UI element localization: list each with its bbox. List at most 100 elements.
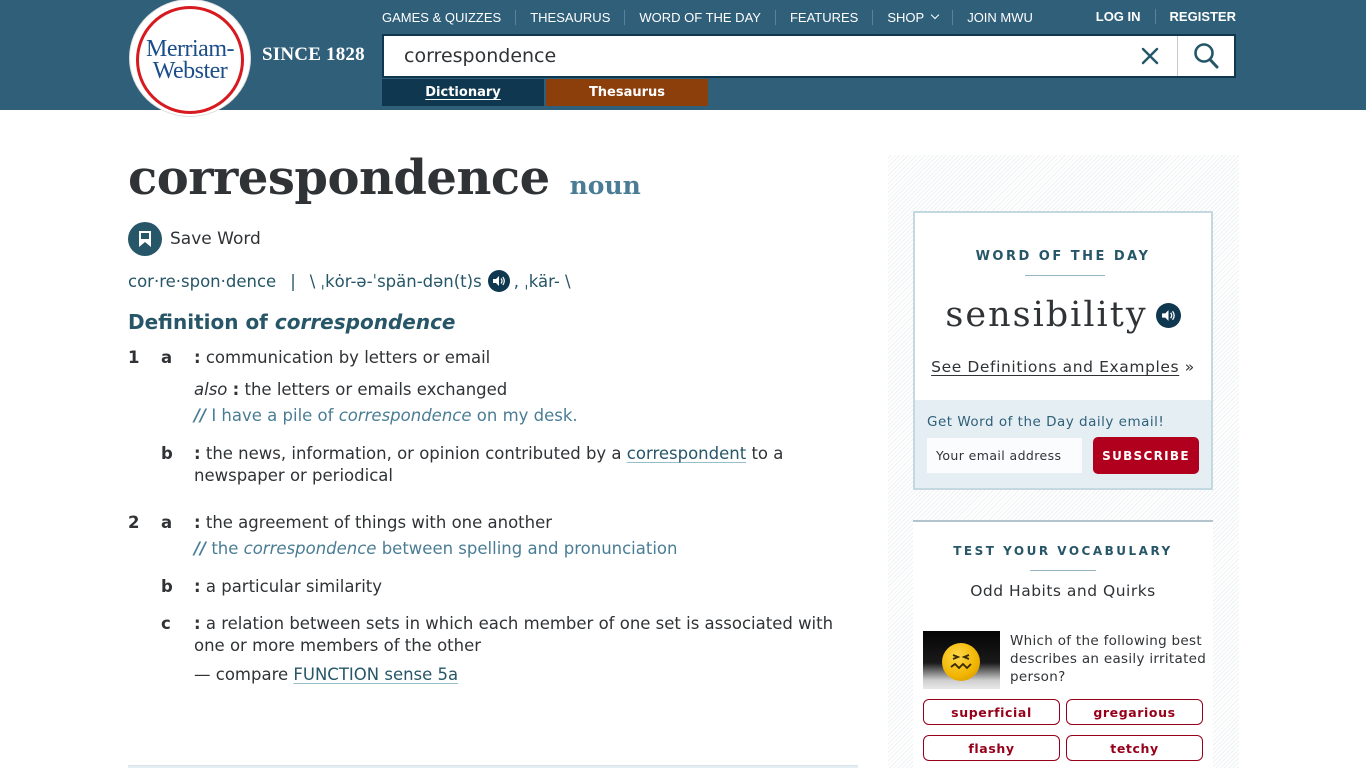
- nav-join-mwu[interactable]: JOIN MWU: [952, 9, 1047, 25]
- speaker-icon[interactable]: [1155, 302, 1181, 328]
- sense-letter: b: [161, 444, 173, 463]
- see-definitions-link[interactable]: See Definitions and Examples: [931, 358, 1179, 376]
- example-text: the: [211, 539, 244, 558]
- quiz-option[interactable]: gregarious: [1066, 699, 1203, 725]
- definition-colon: :: [232, 380, 240, 399]
- word-of-the-day-widget: WORD OF THE DAY sensibility See Definiti…: [913, 211, 1213, 490]
- pronunciation-row: cor·re·spon·dence | \ ˌkȯr-ə-ˈspän-dən(t…: [128, 270, 571, 292]
- quiz-option[interactable]: tetchy: [1066, 735, 1203, 761]
- sense-letter: a: [161, 348, 173, 367]
- tab-thesaurus[interactable]: Thesaurus: [546, 79, 708, 106]
- compare-note: — compare FUNCTION sense 5a: [194, 664, 859, 686]
- definition-text: : a particular similarity: [194, 576, 859, 598]
- save-word-button[interactable]: Save Word: [128, 222, 261, 256]
- logo-ring: Merriam- Webster: [136, 6, 244, 114]
- definition-colon: :: [194, 348, 201, 367]
- save-word-label: Save Word: [170, 229, 261, 249]
- sense-number: 2: [128, 513, 140, 532]
- definition-heading-word: correspondence: [274, 310, 456, 334]
- sense-letter: b: [161, 577, 173, 596]
- quiz-name[interactable]: Odd Habits and Quirks: [913, 582, 1213, 600]
- sense-letter: c: [161, 614, 171, 633]
- callout-notch: [939, 392, 963, 400]
- entry-header: correspondence noun: [128, 150, 641, 206]
- example-marker: //: [194, 406, 207, 425]
- definition-body: the agreement of things with one another: [205, 513, 553, 532]
- login-link[interactable]: LOG IN: [1082, 9, 1155, 24]
- part-of-speech[interactable]: noun: [570, 171, 641, 200]
- example-headword: correspondence: [243, 539, 377, 558]
- email-signup-label: Get Word of the Day daily email!: [927, 414, 1165, 430]
- merriam-webster-logo[interactable]: Merriam- Webster: [130, 0, 250, 116]
- sense-number: 1: [128, 348, 140, 367]
- wotd-link-row: See Definitions and Examples »: [915, 358, 1211, 376]
- definition-colon: :: [194, 577, 201, 596]
- since-tagline: SINCE 1828: [262, 44, 365, 65]
- definition-body: communication by letters or email: [205, 348, 491, 367]
- headword: correspondence: [128, 150, 550, 206]
- example-text: on my desk.: [471, 406, 578, 425]
- speaker-icon[interactable]: [487, 270, 510, 292]
- cross-reference-link[interactable]: correspondent: [627, 444, 746, 463]
- syllabification: cor·re·spon·dence: [128, 271, 277, 291]
- wotd-word-row: sensibility: [915, 295, 1211, 335]
- nav-features[interactable]: FEATURES: [774, 9, 872, 25]
- register-link[interactable]: REGISTER: [1154, 9, 1236, 24]
- account-links: LOG IN REGISTER: [1082, 9, 1236, 24]
- definition-text: : the agreement of things with one anoth…: [194, 512, 859, 534]
- example-sentence: // I have a pile of correspondence on my…: [194, 406, 578, 425]
- vocab-title: TEST YOUR VOCABULARY: [953, 544, 1173, 558]
- search-mode-tabs: Dictionary Thesaurus: [382, 79, 708, 106]
- also-body: the letters or emails exchanged: [244, 380, 508, 399]
- logo-text-line2: Webster: [152, 58, 228, 84]
- example-marker: //: [194, 539, 207, 558]
- clear-search-button[interactable]: [1123, 36, 1177, 76]
- function-sense-link[interactable]: FUNCTION sense 5a: [293, 665, 458, 684]
- definition-text: : communication by letters or email: [194, 347, 859, 369]
- angry-face-ball: [942, 643, 980, 681]
- also-definition: also : the letters or emails exchanged: [194, 379, 859, 401]
- logo-text-line1: Merriam-: [146, 36, 234, 62]
- example-text: I have a pile of: [211, 406, 339, 425]
- compare-prefix: — compare: [194, 665, 294, 684]
- example-text: between spelling and pronunciation: [376, 539, 678, 558]
- definition-text: : the news, information, or opinion cont…: [194, 443, 834, 487]
- definition-text: : a relation between sets in which each …: [194, 613, 854, 657]
- chevron-down-icon: [930, 10, 940, 20]
- definition-heading: Definition of correspondence: [128, 310, 455, 334]
- quiz-option[interactable]: superficial: [923, 699, 1060, 725]
- subscribe-button[interactable]: SUBSCRIBE: [1093, 437, 1199, 474]
- definition-body: a particular similarity: [205, 577, 383, 596]
- wotd-word[interactable]: sensibility: [945, 295, 1147, 335]
- example-sentence: // the correspondence between spelling a…: [194, 539, 677, 558]
- quiz-option[interactable]: flashy: [923, 735, 1060, 761]
- sense-letter: a: [161, 513, 173, 532]
- top-navigation: GAMES & QUIZZES THESAURUS WORD OF THE DA…: [382, 9, 1047, 25]
- close-icon: [1141, 47, 1159, 65]
- quiz-question: Which of the following best describes an…: [1010, 633, 1207, 685]
- vocabulary-quiz-widget: TEST YOUR VOCABULARY Odd Habits and Quir…: [913, 520, 1213, 768]
- search-bar: [382, 34, 1236, 78]
- nav-word-of-the-day[interactable]: WORD OF THE DAY: [624, 9, 775, 25]
- pron-separator: |: [290, 271, 296, 291]
- tab-dictionary[interactable]: Dictionary: [382, 79, 544, 106]
- nav-shop-label: SHOP: [887, 9, 925, 25]
- nav-thesaurus[interactable]: THESAURUS: [515, 9, 624, 25]
- email-input[interactable]: [927, 438, 1082, 473]
- nav-shop[interactable]: SHOP: [872, 9, 952, 25]
- search-input[interactable]: [384, 36, 1123, 76]
- vocab-divider: [1030, 570, 1096, 571]
- link-chevrons: »: [1184, 358, 1195, 376]
- wotd-title: WORD OF THE DAY: [975, 249, 1151, 264]
- definition-body: a relation between sets in which each me…: [194, 614, 834, 655]
- definition-colon: :: [194, 513, 201, 532]
- example-headword: correspondence: [338, 406, 472, 425]
- wotd-email-signup: Get Word of the Day daily email! SUBSCRI…: [915, 392, 1211, 488]
- nav-games-quizzes[interactable]: GAMES & QUIZZES: [382, 10, 515, 25]
- definition-colon: :: [194, 444, 201, 463]
- search-submit-button[interactable]: [1177, 36, 1234, 76]
- wotd-divider: [1025, 275, 1105, 276]
- definition-colon: :: [194, 614, 201, 633]
- search-icon: [1194, 43, 1219, 69]
- also-label: also: [194, 380, 228, 399]
